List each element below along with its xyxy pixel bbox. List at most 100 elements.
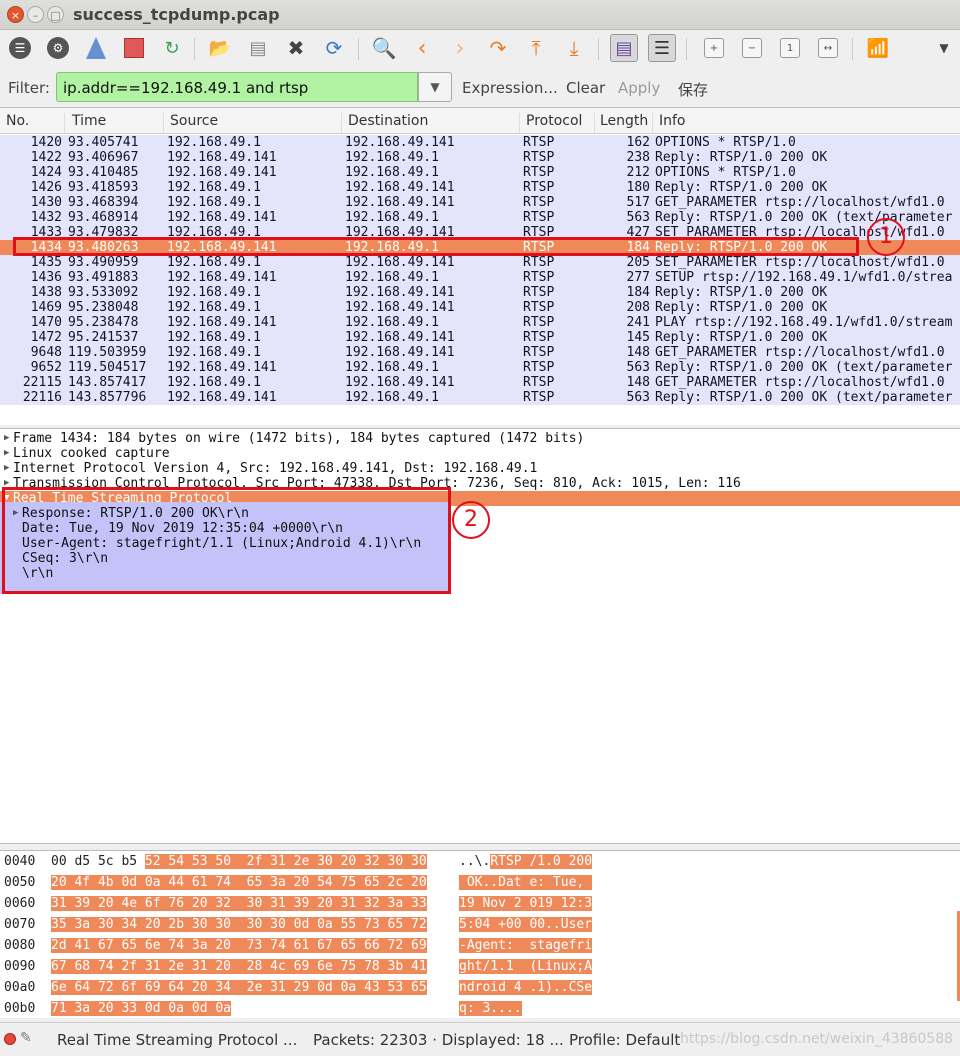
- detail-frame[interactable]: ▶ Frame 1434: 184 bytes on wire (1472 bit…: [0, 431, 960, 446]
- go-forward-icon[interactable]: ›: [446, 34, 474, 62]
- packet-row[interactable]: 1435 93.490959 192.168.49.1 192.168.49.141 R…: [0, 255, 960, 270]
- packet-row[interactable]: 22115 143.857417 192.168.49.1 192.168.49.14…: [0, 375, 960, 390]
- packet-cell-info: Reply: RTSP/1.0 200 OK (text/parameter: [655, 390, 953, 405]
- options-icon[interactable]: ⚙: [44, 34, 72, 62]
- hex-row[interactable]: 00a0 6e 64 72 6f 69 64 20 34 2e 31 29 0d …: [0, 977, 960, 998]
- packet-cell-time: 143.857796: [68, 390, 147, 405]
- start-capture-icon[interactable]: [82, 34, 110, 62]
- packet-cell-time: 95.238478: [68, 315, 139, 330]
- packet-row[interactable]: 1432 93.468914 192.168.49.141 192.168.49.1 R…: [0, 210, 960, 225]
- go-back-icon[interactable]: ‹: [408, 34, 436, 62]
- auto-scroll-icon[interactable]: ☰: [648, 34, 676, 62]
- packet-row[interactable]: 9652 119.504517 192.168.49.141 192.168.49.1…: [0, 360, 960, 375]
- packet-row[interactable]: 1470 95.238478 192.168.49.141 192.168.49.1 R…: [0, 315, 960, 330]
- column-header-source[interactable]: Source: [170, 113, 218, 133]
- expand-arrow-icon[interactable]: ▶: [4, 431, 9, 446]
- packet-bytes[interactable]: 0040 00 d5 5c b5 52 54 53 50 2f 31 2e 30 …: [0, 850, 960, 1018]
- column-header-info[interactable]: Info: [659, 113, 686, 133]
- packet-cell-info: GET_PARAMETER rtsp://localhost/wfd1.0: [655, 195, 945, 210]
- save-file-icon[interactable]: ▤: [244, 34, 272, 62]
- hex-bytes-highlighted: 52 54 53 50 2f 31 2e 30 20 32 30 30: [144, 854, 427, 869]
- expand-arrow-icon[interactable]: ▶: [4, 461, 9, 476]
- packet-cell-len: 212: [626, 165, 650, 180]
- hex-offset: 0090: [4, 959, 36, 974]
- packet-row[interactable]: 1424 93.410485 192.168.49.141 192.168.49.1 R…: [0, 165, 960, 180]
- column-header-no[interactable]: No.: [6, 113, 29, 133]
- packet-cell-dst: 192.168.49.141: [345, 135, 455, 150]
- packet-cell-src: 192.168.49.141: [167, 210, 277, 225]
- save-filter-button[interactable]: 保存: [678, 79, 708, 100]
- clear-button[interactable]: Clear: [566, 79, 605, 97]
- capture-comment-icon[interactable]: ✎: [20, 1030, 32, 1046]
- packet-cell-time: 119.503959: [68, 345, 147, 360]
- packet-row[interactable]: 1430 93.468394 192.168.49.1 192.168.49.141 R…: [0, 195, 960, 210]
- packet-cell-info: SETUP rtsp://192.168.49.1/wfd1.0/strea: [655, 270, 953, 285]
- hex-offset: 0060: [4, 896, 36, 911]
- detail-ipv4[interactable]: ▶ Internet Protocol Version 4, Src: 192.1…: [0, 461, 960, 476]
- packet-cell-proto: RTSP: [523, 285, 555, 300]
- colorize-icon[interactable]: ▤: [610, 34, 638, 62]
- go-to-packet-icon[interactable]: ↷: [484, 34, 512, 62]
- packet-row[interactable]: 22116 143.857796 192.168.49.141 192.168.49.…: [0, 390, 960, 405]
- packet-cell-len: 277: [626, 270, 650, 285]
- expert-info-icon[interactable]: [4, 1033, 16, 1045]
- zoom-out-icon[interactable]: −: [738, 34, 766, 62]
- hex-row[interactable]: 0090 67 68 74 2f 31 2e 31 20 28 4c 69 6e …: [0, 956, 960, 977]
- resize-columns-icon[interactable]: ↔: [814, 34, 842, 62]
- more-icon[interactable]: ▼: [930, 34, 958, 62]
- maximize-window-button[interactable]: □: [47, 6, 64, 23]
- packet-row[interactable]: 1438 93.533092 192.168.49.1 192.168.49.141 R…: [0, 285, 960, 300]
- packet-row[interactable]: 1426 93.418593 192.168.49.1 192.168.49.141 R…: [0, 180, 960, 195]
- hex-row[interactable]: 00b0 71 3a 20 33 0d 0a 0d 0a q: 3....: [0, 998, 960, 1018]
- packet-row[interactable]: 1422 93.406967 192.168.49.141 192.168.49.1 R…: [0, 150, 960, 165]
- column-header-destination[interactable]: Destination: [348, 113, 428, 133]
- apply-button[interactable]: Apply: [618, 79, 660, 97]
- packet-cell-src: 192.168.49.1: [167, 285, 261, 300]
- display-filter-input[interactable]: ip.addr==192.168.49.1 and rtsp: [56, 72, 418, 102]
- packet-row[interactable]: 1469 95.238048 192.168.49.1 192.168.49.141 R…: [0, 300, 960, 315]
- status-protocol: Real Time Streaming Protocol ...: [57, 1031, 298, 1049]
- packet-row[interactable]: 1436 93.491883 192.168.49.141 192.168.49.1 R…: [0, 270, 960, 285]
- normal-size-icon[interactable]: 1: [776, 34, 804, 62]
- status-profile[interactable]: Profile: Default: [569, 1031, 680, 1049]
- packet-row[interactable]: 1472 95.241537 192.168.49.1 192.168.49.141 R…: [0, 330, 960, 345]
- packet-cell-info: SET_PARAMETER rtsp://localhost/wfd1.0: [655, 255, 945, 270]
- packet-cell-proto: RTSP: [523, 150, 555, 165]
- wireless-icon[interactable]: 📶: [864, 34, 892, 62]
- hex-offset: 0070: [4, 917, 36, 932]
- expand-arrow-icon[interactable]: ▶: [4, 446, 9, 461]
- open-file-icon[interactable]: 📂: [206, 34, 234, 62]
- column-header-length[interactable]: Length: [600, 113, 648, 133]
- packet-row[interactable]: 9648 119.503959 192.168.49.1 192.168.49.141…: [0, 345, 960, 360]
- reload-icon[interactable]: ⟳: [320, 34, 348, 62]
- close-window-button[interactable]: ×: [7, 6, 24, 23]
- packet-cell-time: 93.491883: [68, 270, 139, 285]
- zoom-in-icon[interactable]: +: [700, 34, 728, 62]
- hex-row[interactable]: 0070 35 3a 30 34 20 2b 30 30 30 30 0d 0a …: [0, 914, 960, 935]
- find-packet-icon[interactable]: 🔍: [370, 34, 398, 62]
- stop-capture-icon[interactable]: [120, 34, 148, 62]
- restart-capture-icon[interactable]: ↻: [158, 34, 186, 62]
- hex-row[interactable]: 0050 20 4f 4b 0d 0a 44 61 74 65 3a 20 54 …: [0, 872, 960, 893]
- column-header-time[interactable]: Time: [72, 113, 106, 133]
- hex-row[interactable]: 0040 00 d5 5c b5 52 54 53 50 2f 31 2e 30 …: [0, 851, 960, 872]
- packet-list[interactable]: No. Time Source Destination Protocol Len…: [0, 107, 960, 425]
- interfaces-icon[interactable]: ☰: [6, 34, 34, 62]
- packet-row[interactable]: 1420 93.405741 192.168.49.1 192.168.49.141 R…: [0, 135, 960, 150]
- detail-linux-cooked[interactable]: ▶ Linux cooked capture: [0, 446, 960, 461]
- packet-cell-src: 192.168.49.1: [167, 330, 261, 345]
- first-packet-icon[interactable]: ⤒: [522, 34, 550, 62]
- packet-cell-len: 145: [626, 330, 650, 345]
- last-packet-icon[interactable]: ⤓: [560, 34, 588, 62]
- filter-dropdown-button[interactable]: ▼: [418, 72, 452, 102]
- hex-row[interactable]: 0060 31 39 20 4e 6f 76 20 32 30 31 39 20 …: [0, 893, 960, 914]
- packet-cell-proto: RTSP: [523, 360, 555, 375]
- hex-row[interactable]: 0080 2d 41 67 65 6e 74 3a 20 73 74 61 67 …: [0, 935, 960, 956]
- column-header-protocol[interactable]: Protocol: [526, 113, 582, 133]
- close-file-icon[interactable]: ✖: [282, 34, 310, 62]
- hex-bytes-plain: 00 d5 5c b5: [51, 854, 145, 869]
- packet-cell-info: GET_PARAMETER rtsp://localhost/wfd1.0: [655, 345, 945, 360]
- minimize-window-button[interactable]: –: [27, 6, 44, 23]
- packet-cell-no: 1472: [30, 330, 62, 345]
- expression-button[interactable]: Expression...: [462, 79, 558, 97]
